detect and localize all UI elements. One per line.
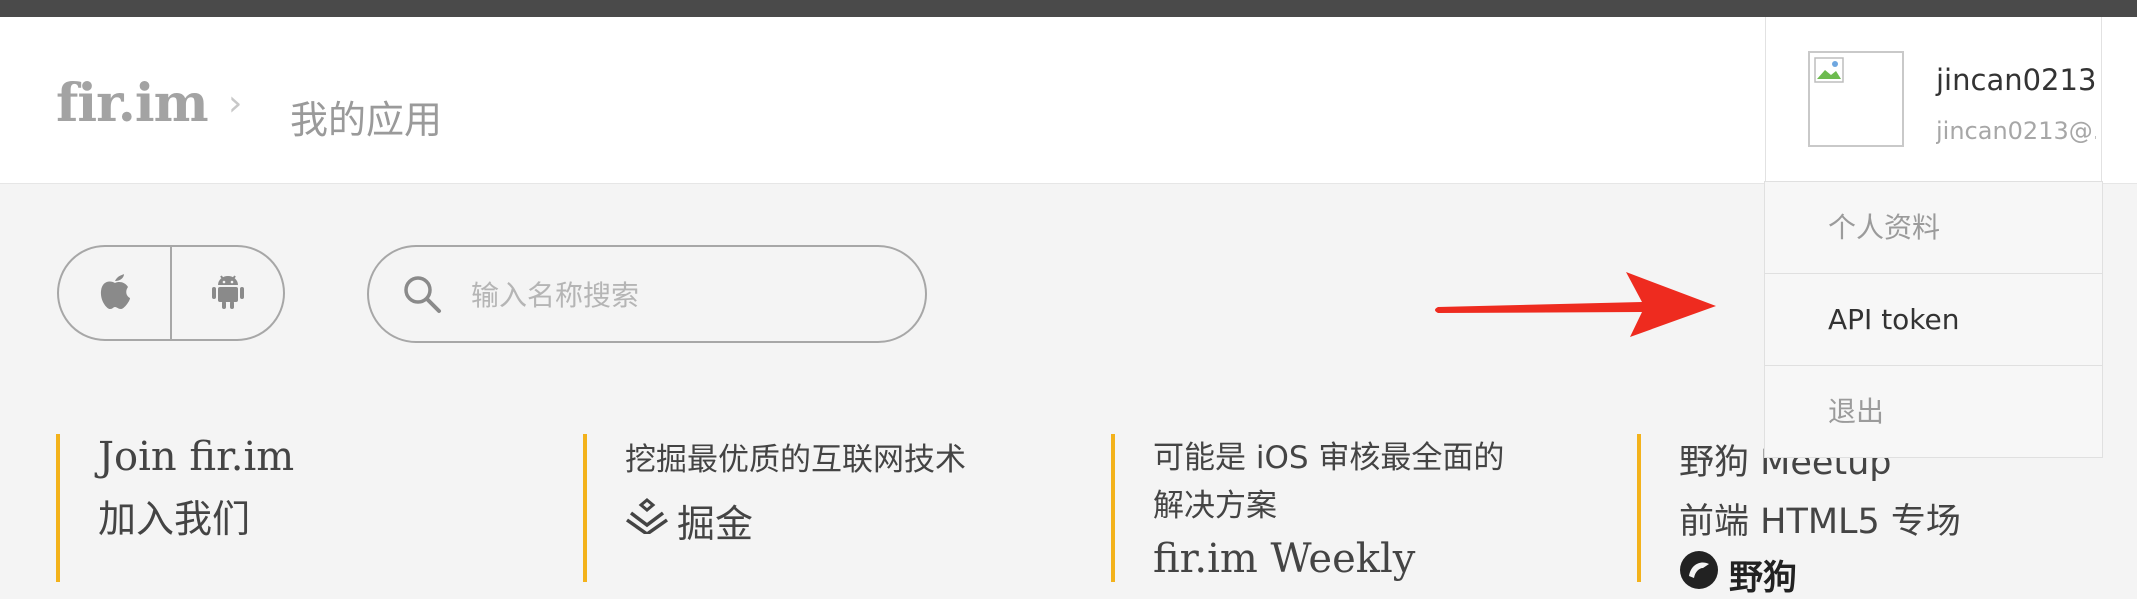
wilddog-logo-icon — [1679, 550, 1719, 599]
search-input[interactable] — [469, 269, 893, 321]
menu-item-api-token[interactable]: API token — [1765, 273, 2102, 365]
apple-icon — [98, 271, 132, 315]
search-box[interactable] — [367, 245, 927, 343]
platform-android-button[interactable] — [170, 247, 283, 339]
menu-item-logout[interactable]: 退出 — [1765, 365, 2102, 457]
juejin-logo-icon — [625, 498, 669, 543]
promo-card-weekly[interactable]: 可能是 iOS 审核最全面的 解决方案 fir.im Weekly — [1111, 434, 1504, 582]
card-brand-label: 野狗 — [1729, 558, 1797, 598]
user-card[interactable]: jincan0213 jincan0213@... — [1765, 17, 2102, 182]
user-email: jincan0213@... — [1936, 117, 2096, 145]
platform-toggle — [57, 245, 285, 341]
top-strip — [0, 0, 2137, 17]
page-title[interactable]: 我的应用 — [290, 89, 442, 144]
card-title: 可能是 iOS 审核最全面的 — [1153, 440, 1505, 476]
card-subtitle: 加入我们 — [98, 497, 251, 541]
android-icon — [211, 271, 245, 315]
promo-card-juejin[interactable]: 挖掘最优质的互联网技术 掘金 — [583, 434, 966, 582]
user-dropdown-menu: 个人资料 API token 退出 — [1764, 181, 2103, 458]
card-title: Join fir.im — [98, 434, 295, 480]
promo-card-join[interactable]: Join fir.im 加入我们 — [56, 434, 294, 582]
card-subtitle: 前端 HTML5 专场 — [1679, 502, 1961, 542]
search-icon — [401, 273, 443, 319]
card-brand-label: fir.im Weekly — [1153, 536, 1416, 582]
menu-item-profile[interactable]: 个人资料 — [1765, 182, 2102, 273]
card-brand-label: 掘金 — [677, 502, 754, 546]
card-title-line2: 解决方案 — [1153, 488, 1277, 524]
red-arrow-annotation — [1430, 272, 1716, 346]
wilddog-brand: 野狗 — [1679, 550, 1961, 599]
avatar[interactable] — [1808, 51, 1904, 147]
platform-ios-button[interactable] — [59, 247, 170, 339]
card-title: 挖掘最优质的互联网技术 — [625, 442, 966, 478]
logo[interactable]: fir.im — [56, 73, 209, 134]
juejin-brand: 掘金 — [625, 493, 966, 548]
username: jincan0213 — [1936, 63, 2097, 97]
breadcrumb-separator: › — [228, 83, 243, 124]
